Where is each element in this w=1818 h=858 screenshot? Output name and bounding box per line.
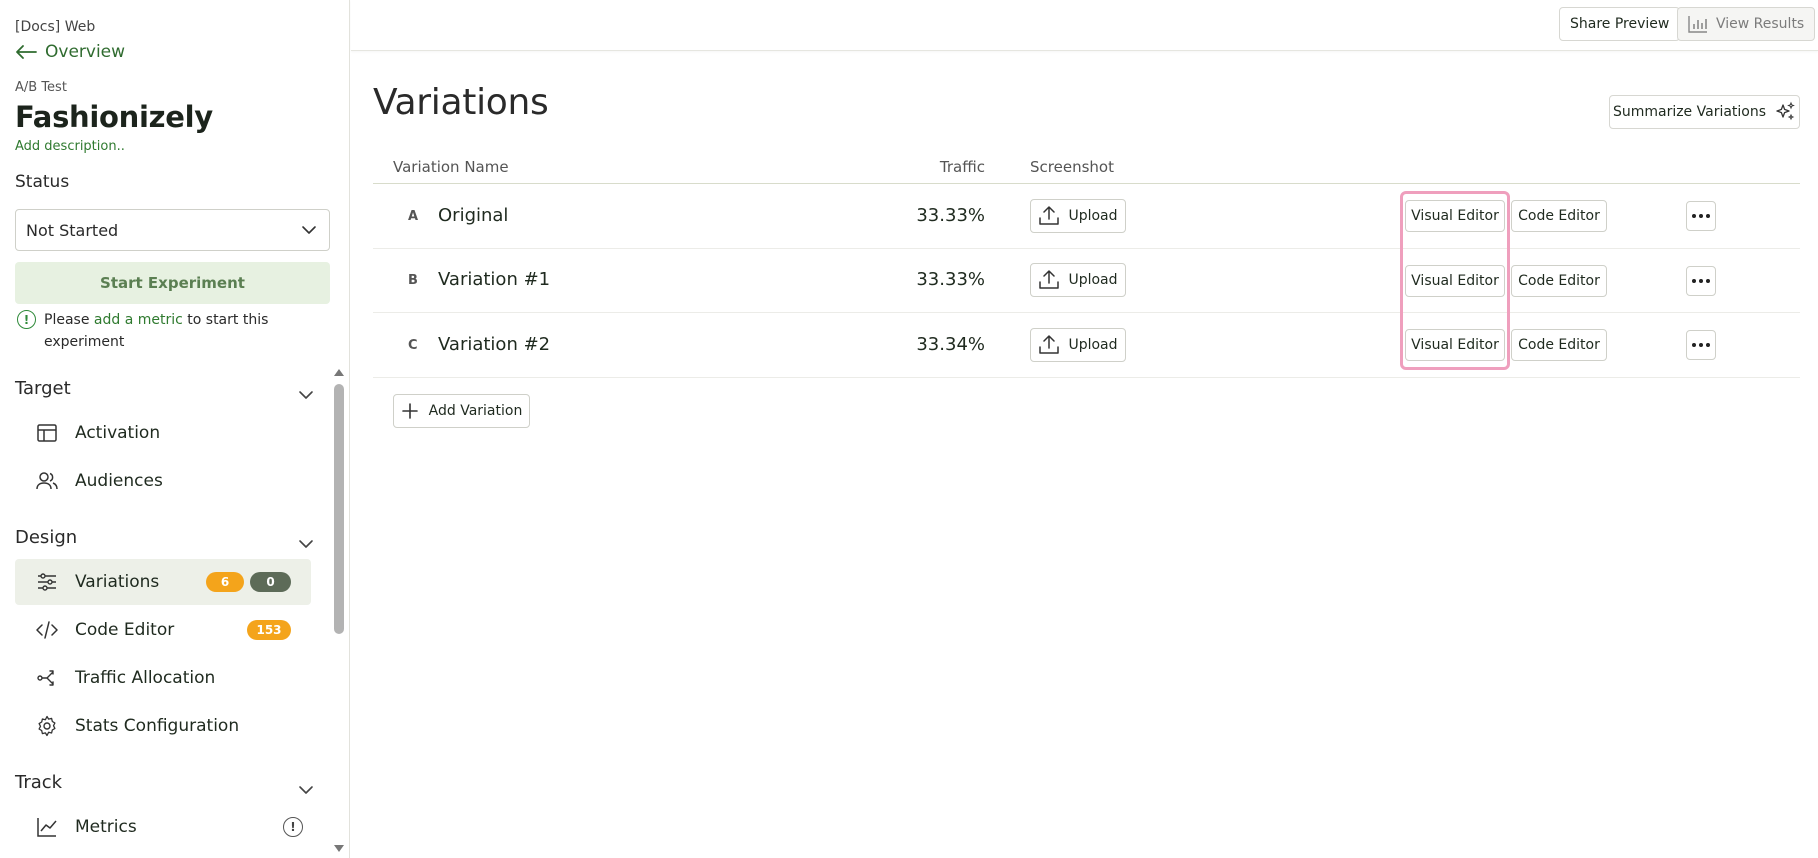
sidebar-item-code-editor[interactable]: Code Editor 153 [15,607,311,653]
sidebar-item-label: Variations [75,572,160,592]
sidebar-item-activation[interactable]: Activation [15,410,311,456]
sidebar-item-label: Traffic Allocation [75,668,216,688]
metric-warning: ! Please add a metric to start this expe… [17,309,317,353]
variation-name: Original [438,205,509,226]
warning-prefix: Please [44,312,90,328]
upload-icon [1039,206,1060,225]
row-divider [373,248,1800,249]
variation-traffic: 33.33% [916,269,985,290]
status-select[interactable]: Not Started [15,209,330,251]
upload-icon [1039,270,1060,289]
more-options-button[interactable] [1686,201,1716,231]
bar-chart-icon [1688,16,1707,33]
status-label: Status [15,172,70,192]
summarize-variations-button[interactable]: Summarize Variations [1609,95,1800,129]
plus-icon [401,403,418,419]
share-preview-button[interactable]: Share Preview [1559,7,1681,41]
row-divider [373,377,1800,378]
more-options-button[interactable] [1686,330,1716,360]
sidebar-item-stats-configuration[interactable]: Stats Configuration [15,703,311,749]
table-header-divider [373,183,1800,184]
variation-letter: C [408,338,418,353]
add-variation-label: Add Variation [428,403,523,419]
experiment-name: Fashionizely [15,100,213,134]
gear-icon [35,714,59,738]
sidebar-item-label: Metrics [75,817,137,837]
visual-editor-button[interactable]: Visual Editor [1405,200,1505,232]
variation-name: Variation #1 [438,269,551,290]
scroll-thumb[interactable] [334,384,344,634]
upload-icon [1039,335,1060,354]
code-editor-button[interactable]: Code Editor [1511,329,1607,361]
sidebar-item-variations[interactable]: Variations 6 0 [15,559,311,605]
upload-screenshot-button[interactable]: Upload [1030,328,1126,362]
alert-circle-icon: ! [17,310,36,329]
section-title-target: Target [15,378,71,399]
sliders-icon [35,570,59,594]
upload-label: Upload [1068,272,1118,288]
variation-traffic: 33.34% [916,334,985,355]
sidebar-item-label: Activation [75,423,161,443]
metric-warning-text: Please add a metric to start this experi… [44,309,317,353]
sidebar-item-metrics[interactable]: Metrics ! [15,804,311,850]
back-link-label: Overview [45,42,126,62]
upload-label: Upload [1068,208,1118,224]
column-header-traffic: Traffic [939,158,985,176]
status-value: Not Started [26,220,119,240]
split-icon [35,666,59,690]
more-options-button[interactable] [1686,266,1716,296]
variations-zero-badge: 0 [250,572,291,592]
arrow-left-icon [16,45,37,59]
column-header-screenshot: Screenshot [1030,158,1114,176]
view-results-button[interactable]: View Results [1677,7,1816,41]
variations-count-badge: 6 [206,572,244,592]
experiment-type: A/B Test [15,80,67,95]
sidebar-item-label: Stats Configuration [75,716,240,736]
add-metric-link[interactable]: add a metric [94,312,183,328]
code-editor-button[interactable]: Code Editor [1511,265,1607,297]
variation-name: Variation #2 [438,334,551,355]
top-bar: Share Preview View Results [351,0,1818,51]
chart-line-icon [35,815,59,839]
row-divider [373,312,1800,313]
code-icon [35,618,59,642]
upload-label: Upload [1068,337,1118,353]
chevron-down-icon [302,226,316,234]
project-name: [Docs] Web [15,19,96,35]
add-variation-button[interactable]: Add Variation [393,394,530,428]
column-header-name: Variation Name [393,158,509,176]
variation-letter: A [408,209,419,224]
summarize-label: Summarize Variations [1612,104,1767,120]
upload-screenshot-button[interactable]: Upload [1030,263,1126,297]
users-icon [35,469,59,493]
variation-letter: B [408,273,418,288]
section-title-design: Design [15,527,78,548]
start-experiment-button[interactable]: Start Experiment [15,262,330,304]
upload-screenshot-button[interactable]: Upload [1030,199,1126,233]
section-title-track: Track [15,772,63,793]
view-results-label: View Results [1716,16,1805,32]
sidebar-item-label: Audiences [75,471,163,491]
visual-editor-button[interactable]: Visual Editor [1405,329,1505,361]
sidebar-item-traffic-allocation[interactable]: Traffic Allocation [15,655,311,701]
metrics-info-icon[interactable]: ! [283,817,303,837]
page-title: Variations [373,82,549,123]
sparkles-icon [1776,101,1795,121]
chevron-down-icon[interactable] [298,539,314,549]
back-to-overview-link[interactable]: Overview [15,42,125,62]
layout-icon [35,421,59,445]
add-description-link[interactable]: Add description.. [15,139,125,154]
sidebar-item-audiences[interactable]: Audiences [15,458,311,504]
code-editor-button[interactable]: Code Editor [1511,200,1607,232]
scroll-up-arrow[interactable] [334,369,344,376]
visual-editor-button[interactable]: Visual Editor [1405,265,1505,297]
sidebar-item-label: Code Editor [75,620,175,640]
chevron-down-icon[interactable] [298,390,314,400]
scroll-down-arrow[interactable] [334,845,344,852]
sidebar: [Docs] Web Overview A/B Test Fashionizel… [0,0,350,858]
chevron-down-icon[interactable] [298,785,314,795]
variation-traffic: 33.33% [916,205,985,226]
code-editor-count-badge: 153 [247,620,291,640]
sidebar-scrollbar[interactable] [333,366,345,856]
